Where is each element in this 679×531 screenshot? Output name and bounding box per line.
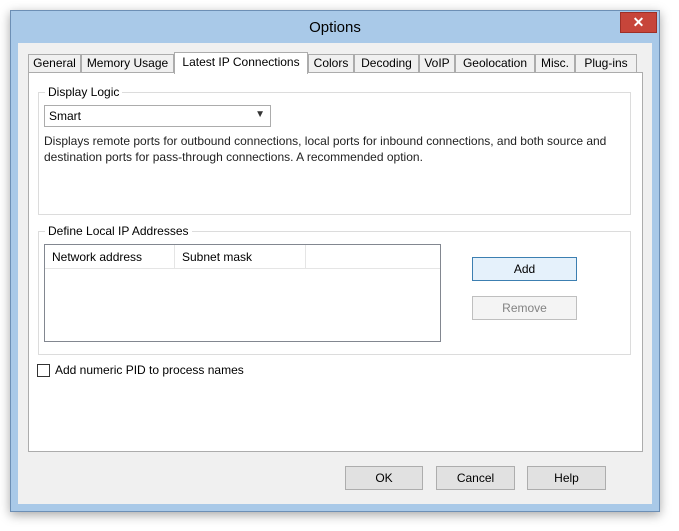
tab-misc[interactable]: Misc. <box>535 54 575 72</box>
tab-panel-latest-ip-connections: Display Logic Smart ▼ Displays remote po… <box>28 72 643 452</box>
options-dialog: Options ✕ General Memory Usage Latest IP… <box>10 10 660 512</box>
title-bar[interactable]: Options ✕ <box>11 11 659 45</box>
tab-colors[interactable]: Colors <box>308 54 354 72</box>
tab-plug-ins[interactable]: Plug-ins <box>575 54 637 72</box>
display-logic-description: Displays remote ports for outbound conne… <box>44 134 607 164</box>
display-logic-label: Display Logic <box>45 85 123 99</box>
tab-decoding[interactable]: Decoding <box>354 54 419 72</box>
tab-geolocation[interactable]: Geolocation <box>455 54 535 72</box>
column-header-empty <box>306 245 440 269</box>
pid-checkbox[interactable] <box>37 364 50 377</box>
local-ip-list[interactable]: Network address Subnet mask <box>44 244 441 342</box>
pid-checkbox-label[interactable]: Add numeric PID to process names <box>55 363 244 377</box>
ok-button[interactable]: OK <box>345 466 423 490</box>
close-icon: ✕ <box>632 14 645 30</box>
display-logic-select[interactable]: Smart ▼ <box>44 105 271 127</box>
column-header-network-address[interactable]: Network address <box>45 245 175 269</box>
tab-voip[interactable]: VoIP <box>419 54 455 72</box>
column-header-subnet-mask[interactable]: Subnet mask <box>175 245 306 269</box>
chevron-down-icon: ▼ <box>255 109 265 120</box>
add-button[interactable]: Add <box>472 257 577 281</box>
window-title: Options <box>309 19 361 36</box>
cancel-button[interactable]: Cancel <box>436 466 515 490</box>
tab-memory-usage[interactable]: Memory Usage <box>81 54 174 72</box>
help-button[interactable]: Help <box>527 466 606 490</box>
display-logic-selected-value: Smart <box>49 109 82 123</box>
close-button[interactable]: ✕ <box>620 12 657 33</box>
tab-general[interactable]: General <box>28 54 81 72</box>
remove-button[interactable]: Remove <box>472 296 577 320</box>
local-ip-label: Define Local IP Addresses <box>45 224 192 238</box>
dialog-client-area: General Memory Usage Latest IP Connectio… <box>18 43 652 504</box>
tab-latest-ip-connections[interactable]: Latest IP Connections <box>174 52 308 74</box>
